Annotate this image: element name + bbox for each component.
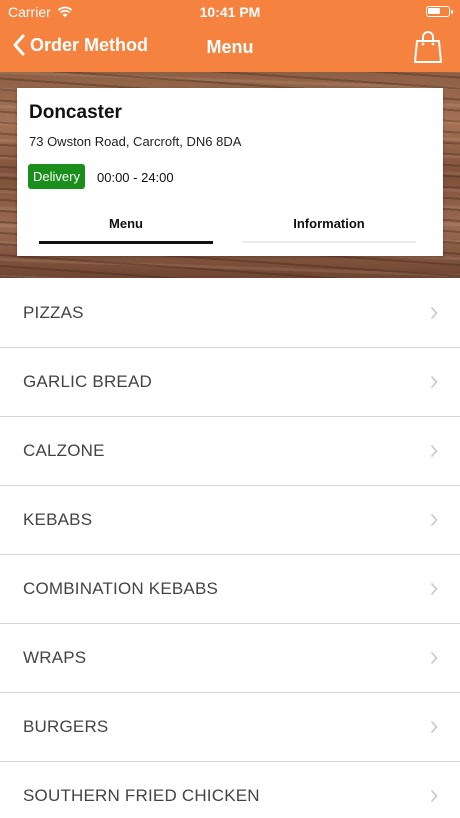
category-row-pizzas[interactable]: PIZZAS [0, 279, 460, 348]
top-bar: Carrier 10:41 PM Order Method Menu [0, 0, 460, 72]
delivery-badge: Delivery [28, 164, 85, 189]
chevron-right-icon [430, 375, 438, 389]
tab-information-indicator [242, 241, 416, 243]
chevron-right-icon [430, 444, 438, 458]
category-row-garlic-bread[interactable]: GARLIC BREAD [0, 348, 460, 417]
category-row-burgers[interactable]: BURGERS [0, 693, 460, 762]
tab-menu-indicator [39, 241, 213, 244]
shopping-bag-icon [414, 31, 442, 63]
status-time: 10:41 PM [199, 4, 261, 20]
chevron-right-icon [430, 720, 438, 734]
category-label: SOUTHERN FRIED CHICKEN [23, 786, 260, 805]
status-bar: Carrier 10:41 PM [0, 0, 460, 24]
category-label: KEBABS [23, 510, 93, 529]
page-title: Menu [206, 37, 254, 57]
tab-information[interactable]: Information [242, 216, 416, 242]
chevron-right-icon [430, 306, 438, 320]
category-row-wraps[interactable]: WRAPS [0, 624, 460, 693]
tab-menu[interactable]: Menu [39, 216, 213, 242]
chevron-right-icon [430, 513, 438, 527]
nav-bar: Order Method Menu [0, 28, 460, 68]
category-row-calzone[interactable]: CALZONE [0, 417, 460, 486]
store-card: Doncaster 73 Owston Road, Carcroft, DN6 … [17, 88, 443, 256]
cart-button[interactable] [414, 30, 442, 69]
screen: Carrier 10:41 PM Order Method Menu Donca… [0, 0, 460, 818]
category-label: BURGERS [23, 717, 109, 736]
category-list: PIZZAS GARLIC BREAD CALZONE KEBABS COMBI… [0, 279, 460, 818]
category-row-combination-kebabs[interactable]: COMBINATION KEBABS [0, 555, 460, 624]
store-address: 73 Owston Road, Carcroft, DN6 8DA [29, 134, 242, 149]
battery-icon [426, 6, 453, 17]
category-label: COMBINATION KEBABS [23, 579, 219, 598]
chevron-right-icon [430, 651, 438, 665]
category-row-kebabs[interactable]: KEBABS [0, 486, 460, 555]
store-name: Doncaster [29, 102, 122, 123]
opening-hours: 00:00 - 24:00 [97, 170, 174, 185]
category-row-southern-fried-chicken[interactable]: SOUTHERN FRIED CHICKEN [0, 762, 460, 818]
category-label: CALZONE [23, 441, 105, 460]
chevron-right-icon [430, 582, 438, 596]
chevron-right-icon [430, 789, 438, 803]
category-label: GARLIC BREAD [23, 372, 152, 391]
category-label: WRAPS [23, 648, 87, 667]
category-label: PIZZAS [23, 303, 84, 322]
